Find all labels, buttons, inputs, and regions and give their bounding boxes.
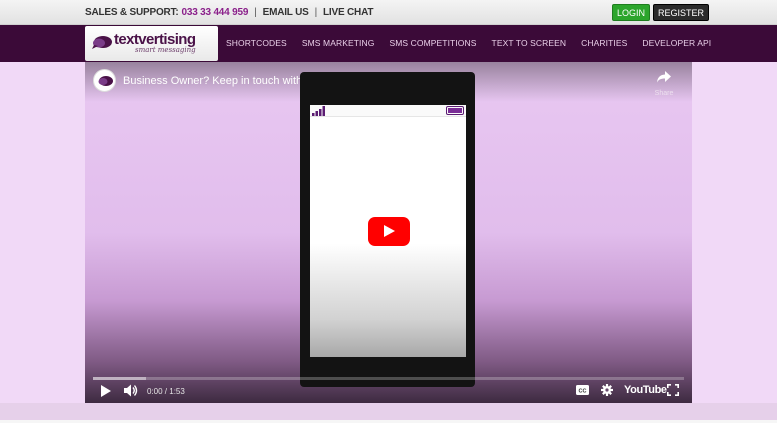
register-button[interactable]: REGISTER: [653, 4, 710, 21]
main-nav: textvertising smart messaging SHORTCODES…: [0, 25, 777, 62]
nav-item-sms-marketing[interactable]: SMS MARKETING: [302, 38, 375, 48]
svg-text:CC: CC: [579, 388, 587, 394]
share-button[interactable]: Share: [651, 70, 677, 97]
nav-item-charities[interactable]: CHARITIES: [581, 38, 627, 48]
page-footer-strip: [0, 403, 777, 423]
youtube-play-button[interactable]: [368, 217, 410, 246]
nav-item-developer-api[interactable]: DEVELOPER API: [642, 38, 711, 48]
time-display: 0:00 / 1:53: [147, 387, 185, 396]
contact-bar: SALES & SUPPORT: 033 33 444 959 | EMAIL …: [85, 7, 373, 18]
video-player[interactable]: Business Owner? Keep in touch with custo…: [85, 62, 692, 403]
nav-item-sms-competitions[interactable]: SMS COMPETITIONS: [389, 38, 476, 48]
nav-item-text-to-screen[interactable]: TEXT TO SCREEN: [492, 38, 567, 48]
site-logo[interactable]: textvertising smart messaging: [85, 26, 218, 61]
sales-support-label: SALES & SUPPORT:: [85, 7, 179, 18]
cc-icon[interactable]: CC: [576, 385, 589, 395]
speech-bubble-icon: [98, 76, 113, 86]
nav-item-shortcodes[interactable]: SHORTCODES: [226, 38, 287, 48]
share-icon: [657, 71, 671, 83]
fullscreen-icon[interactable]: [667, 384, 679, 396]
gear-icon[interactable]: [601, 384, 613, 396]
channel-avatar[interactable]: [93, 69, 116, 92]
divider: |: [314, 7, 318, 18]
divider: |: [254, 7, 257, 18]
volume-icon[interactable]: [124, 384, 138, 397]
nav-menu: SHORTCODES SMS MARKETING SMS COMPETITION…: [226, 38, 711, 48]
phone-number-link[interactable]: 033 33 444 959: [181, 7, 248, 18]
logo-tagline: smart messaging: [135, 46, 196, 54]
share-label: Share: [654, 90, 674, 97]
top-bar: SALES & SUPPORT: 033 33 444 959 | EMAIL …: [0, 0, 777, 25]
signal-icon: [312, 106, 325, 116]
player-controls: 0:00 / 1:53 CC YouTube: [85, 379, 692, 403]
phone-status-bar: [310, 105, 466, 117]
youtube-logo-link[interactable]: YouTube: [624, 384, 667, 396]
speech-bubble-icon: [92, 36, 112, 49]
login-button[interactable]: LOGIN: [612, 4, 651, 21]
play-icon[interactable]: [101, 385, 111, 397]
email-us-link[interactable]: EMAIL US: [263, 7, 309, 18]
account-buttons: LOGIN REGISTER: [612, 4, 710, 21]
battery-icon: [446, 106, 464, 115]
live-chat-link[interactable]: LIVE CHAT: [323, 7, 373, 18]
